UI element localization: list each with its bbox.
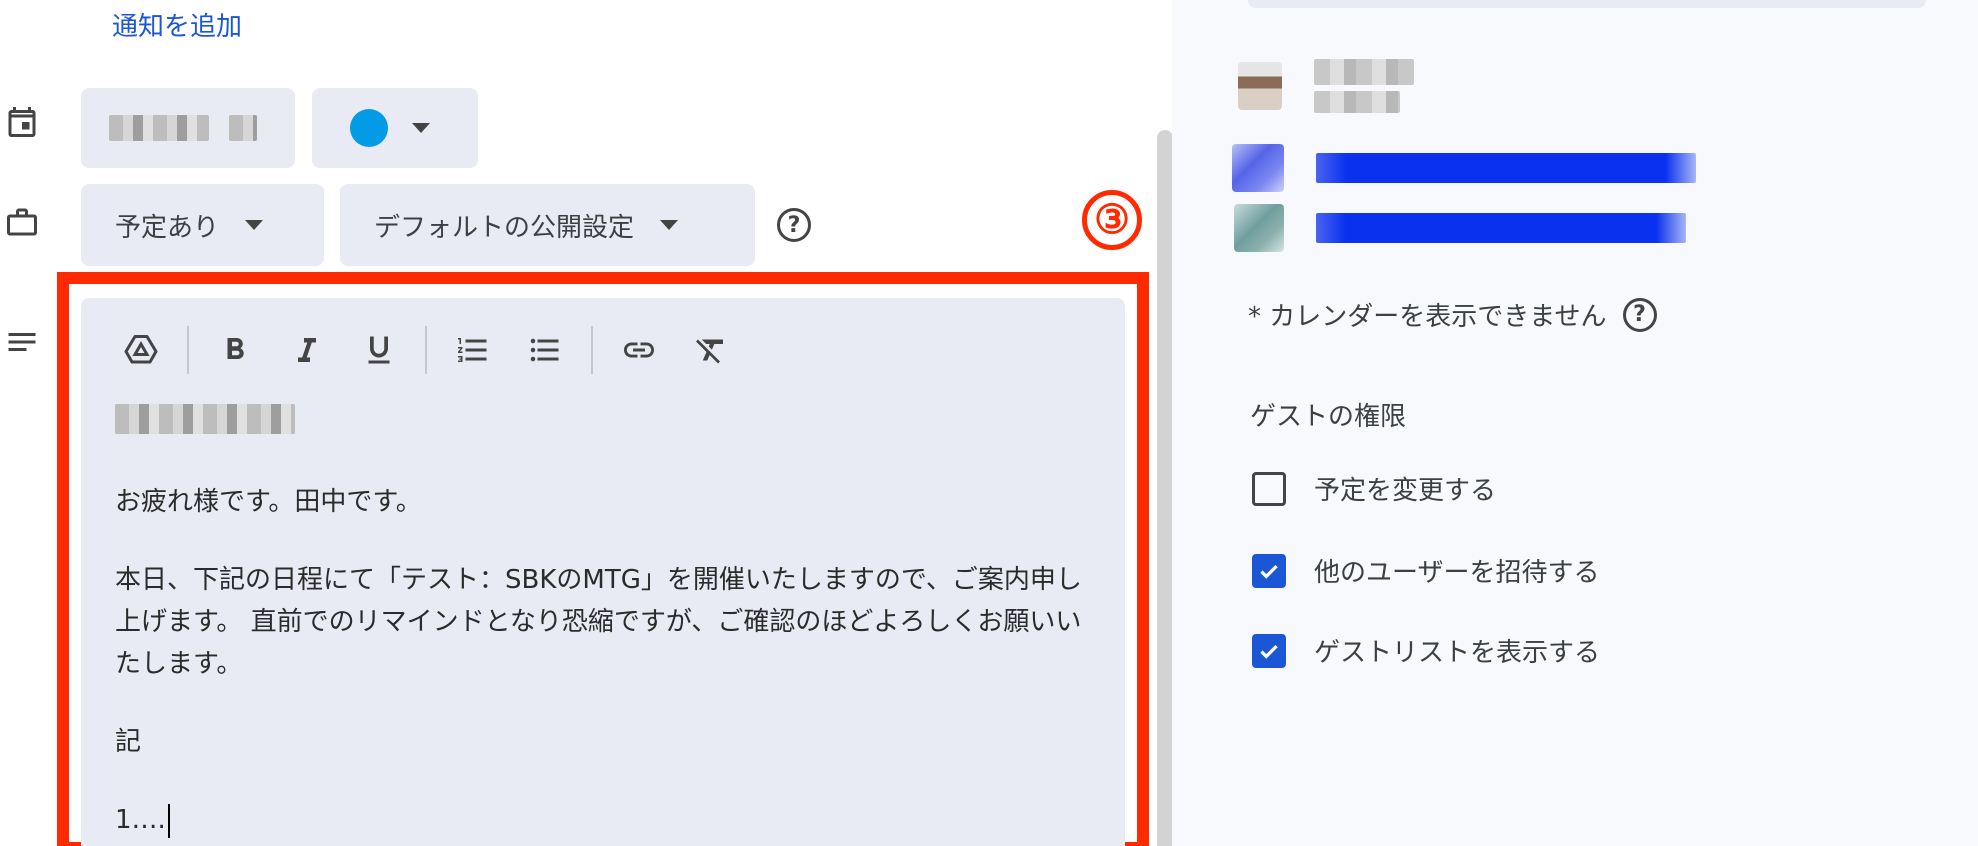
permission-label: 他のユーザーを招待する xyxy=(1314,558,1600,588)
event-color-select[interactable] xyxy=(312,88,478,168)
paragraph: 記 xyxy=(115,727,142,757)
paragraph: 1…. xyxy=(115,805,166,835)
bulleted-list-icon[interactable] xyxy=(525,330,565,370)
description-text[interactable]: お疲れ様です。田中です。 本日、下記の日程にて「テスト：SBKのMTG」を開催い… xyxy=(115,394,1095,841)
paragraph-with-caret: 1…. xyxy=(115,799,1095,841)
numbered-list-icon[interactable] xyxy=(453,330,493,370)
calendar-icon xyxy=(4,104,40,140)
description-icon xyxy=(4,324,40,360)
calendar-note-text: * カレンダーを表示できません xyxy=(1248,302,1607,332)
calendar-name-redacted xyxy=(109,115,209,141)
toolbar-divider xyxy=(187,326,189,374)
availability-select[interactable]: 予定あり xyxy=(81,184,324,266)
permission-label: ゲストリストを表示する xyxy=(1314,638,1601,668)
guest-email-redacted xyxy=(1316,213,1686,243)
guest-name-redacted xyxy=(1314,59,1414,85)
guest-row[interactable] xyxy=(1234,198,1686,258)
checkbox[interactable] xyxy=(1252,553,1286,588)
checkbox[interactable] xyxy=(1252,471,1286,506)
checkmark-icon xyxy=(1260,564,1278,579)
permission-label: 予定を変更する xyxy=(1314,476,1497,506)
help-icon[interactable]: ? xyxy=(1622,297,1657,332)
redacted-text xyxy=(115,404,295,434)
permission-invite-others[interactable]: 他のユーザーを招待する xyxy=(1252,552,1599,589)
availability-label: 予定あり xyxy=(115,212,220,243)
permission-see-guest-list[interactable]: ゲストリストを表示する xyxy=(1252,632,1600,669)
guest-info xyxy=(1316,213,1686,243)
add-guest-input[interactable] xyxy=(1248,0,1926,8)
drive-icon[interactable] xyxy=(121,330,161,370)
briefcase-icon xyxy=(4,204,40,240)
checkbox[interactable] xyxy=(1252,633,1286,668)
guest-info xyxy=(1316,153,1696,183)
clear-format-icon[interactable] xyxy=(691,330,731,370)
add-notification-link[interactable]: 通知を追加 xyxy=(112,6,242,43)
description-editor[interactable]: お疲れ様です。田中です。 本日、下記の日程にて「テスト：SBKのMTG」を開催い… xyxy=(81,298,1125,846)
calendar-select[interactable] xyxy=(81,88,295,168)
chevron-down-icon xyxy=(412,123,430,133)
calendar-name-redacted-2 xyxy=(229,115,257,141)
permission-modify-event[interactable]: 予定を変更する xyxy=(1252,470,1496,507)
avatar xyxy=(1234,204,1284,252)
link-icon[interactable] xyxy=(619,330,659,370)
chevron-down-icon xyxy=(245,220,264,230)
visibility-select[interactable]: デフォルトの公開設定 xyxy=(340,184,755,266)
guests-panel: * カレンダーを表示できません ? ゲストの権限 予定を変更する 他のユーザーを… xyxy=(1172,0,1978,846)
italic-icon[interactable] xyxy=(287,330,327,370)
avatar xyxy=(1238,62,1282,110)
visibility-label: デフォルトの公開設定 xyxy=(374,212,635,243)
annotation-marker: ③ xyxy=(1082,190,1142,250)
underline-icon[interactable] xyxy=(359,330,399,370)
text-caret xyxy=(167,803,170,838)
help-icon[interactable]: ? xyxy=(777,208,811,242)
bold-icon[interactable] xyxy=(215,330,255,370)
checkmark-icon xyxy=(1260,644,1278,659)
avatar xyxy=(1232,144,1284,192)
calendar-unavailable-note: * カレンダーを表示できません ? xyxy=(1248,296,1657,333)
guest-row[interactable] xyxy=(1238,56,1414,116)
color-dot xyxy=(350,109,388,147)
guest-info xyxy=(1314,59,1414,113)
chevron-down-icon xyxy=(660,220,679,230)
event-editor-screen: 通知を追加 予定あり デフォルトの公開設定 ? ③ お疲れ様です。田中です。 本… xyxy=(0,0,1978,846)
redacted-line xyxy=(115,404,1095,447)
paragraph: 本日、下記の日程にて「テスト：SBKのMTG」を開催いたしますので、ご案内申し上… xyxy=(115,565,1082,679)
scrollbar[interactable] xyxy=(1157,130,1173,846)
event-details-panel: 通知を追加 予定あり デフォルトの公開設定 ? ③ お疲れ様です。田中です。 本… xyxy=(0,0,1173,846)
guest-permissions-title: ゲストの権限 xyxy=(1250,402,1407,432)
guest-row[interactable] xyxy=(1232,138,1696,198)
toolbar-divider xyxy=(425,326,427,374)
editor-toolbar xyxy=(121,322,763,378)
guest-role-redacted xyxy=(1314,91,1400,113)
guest-email-redacted xyxy=(1316,153,1696,183)
toolbar-divider xyxy=(591,326,593,374)
paragraph: お疲れ様です。田中です。 xyxy=(115,487,422,517)
